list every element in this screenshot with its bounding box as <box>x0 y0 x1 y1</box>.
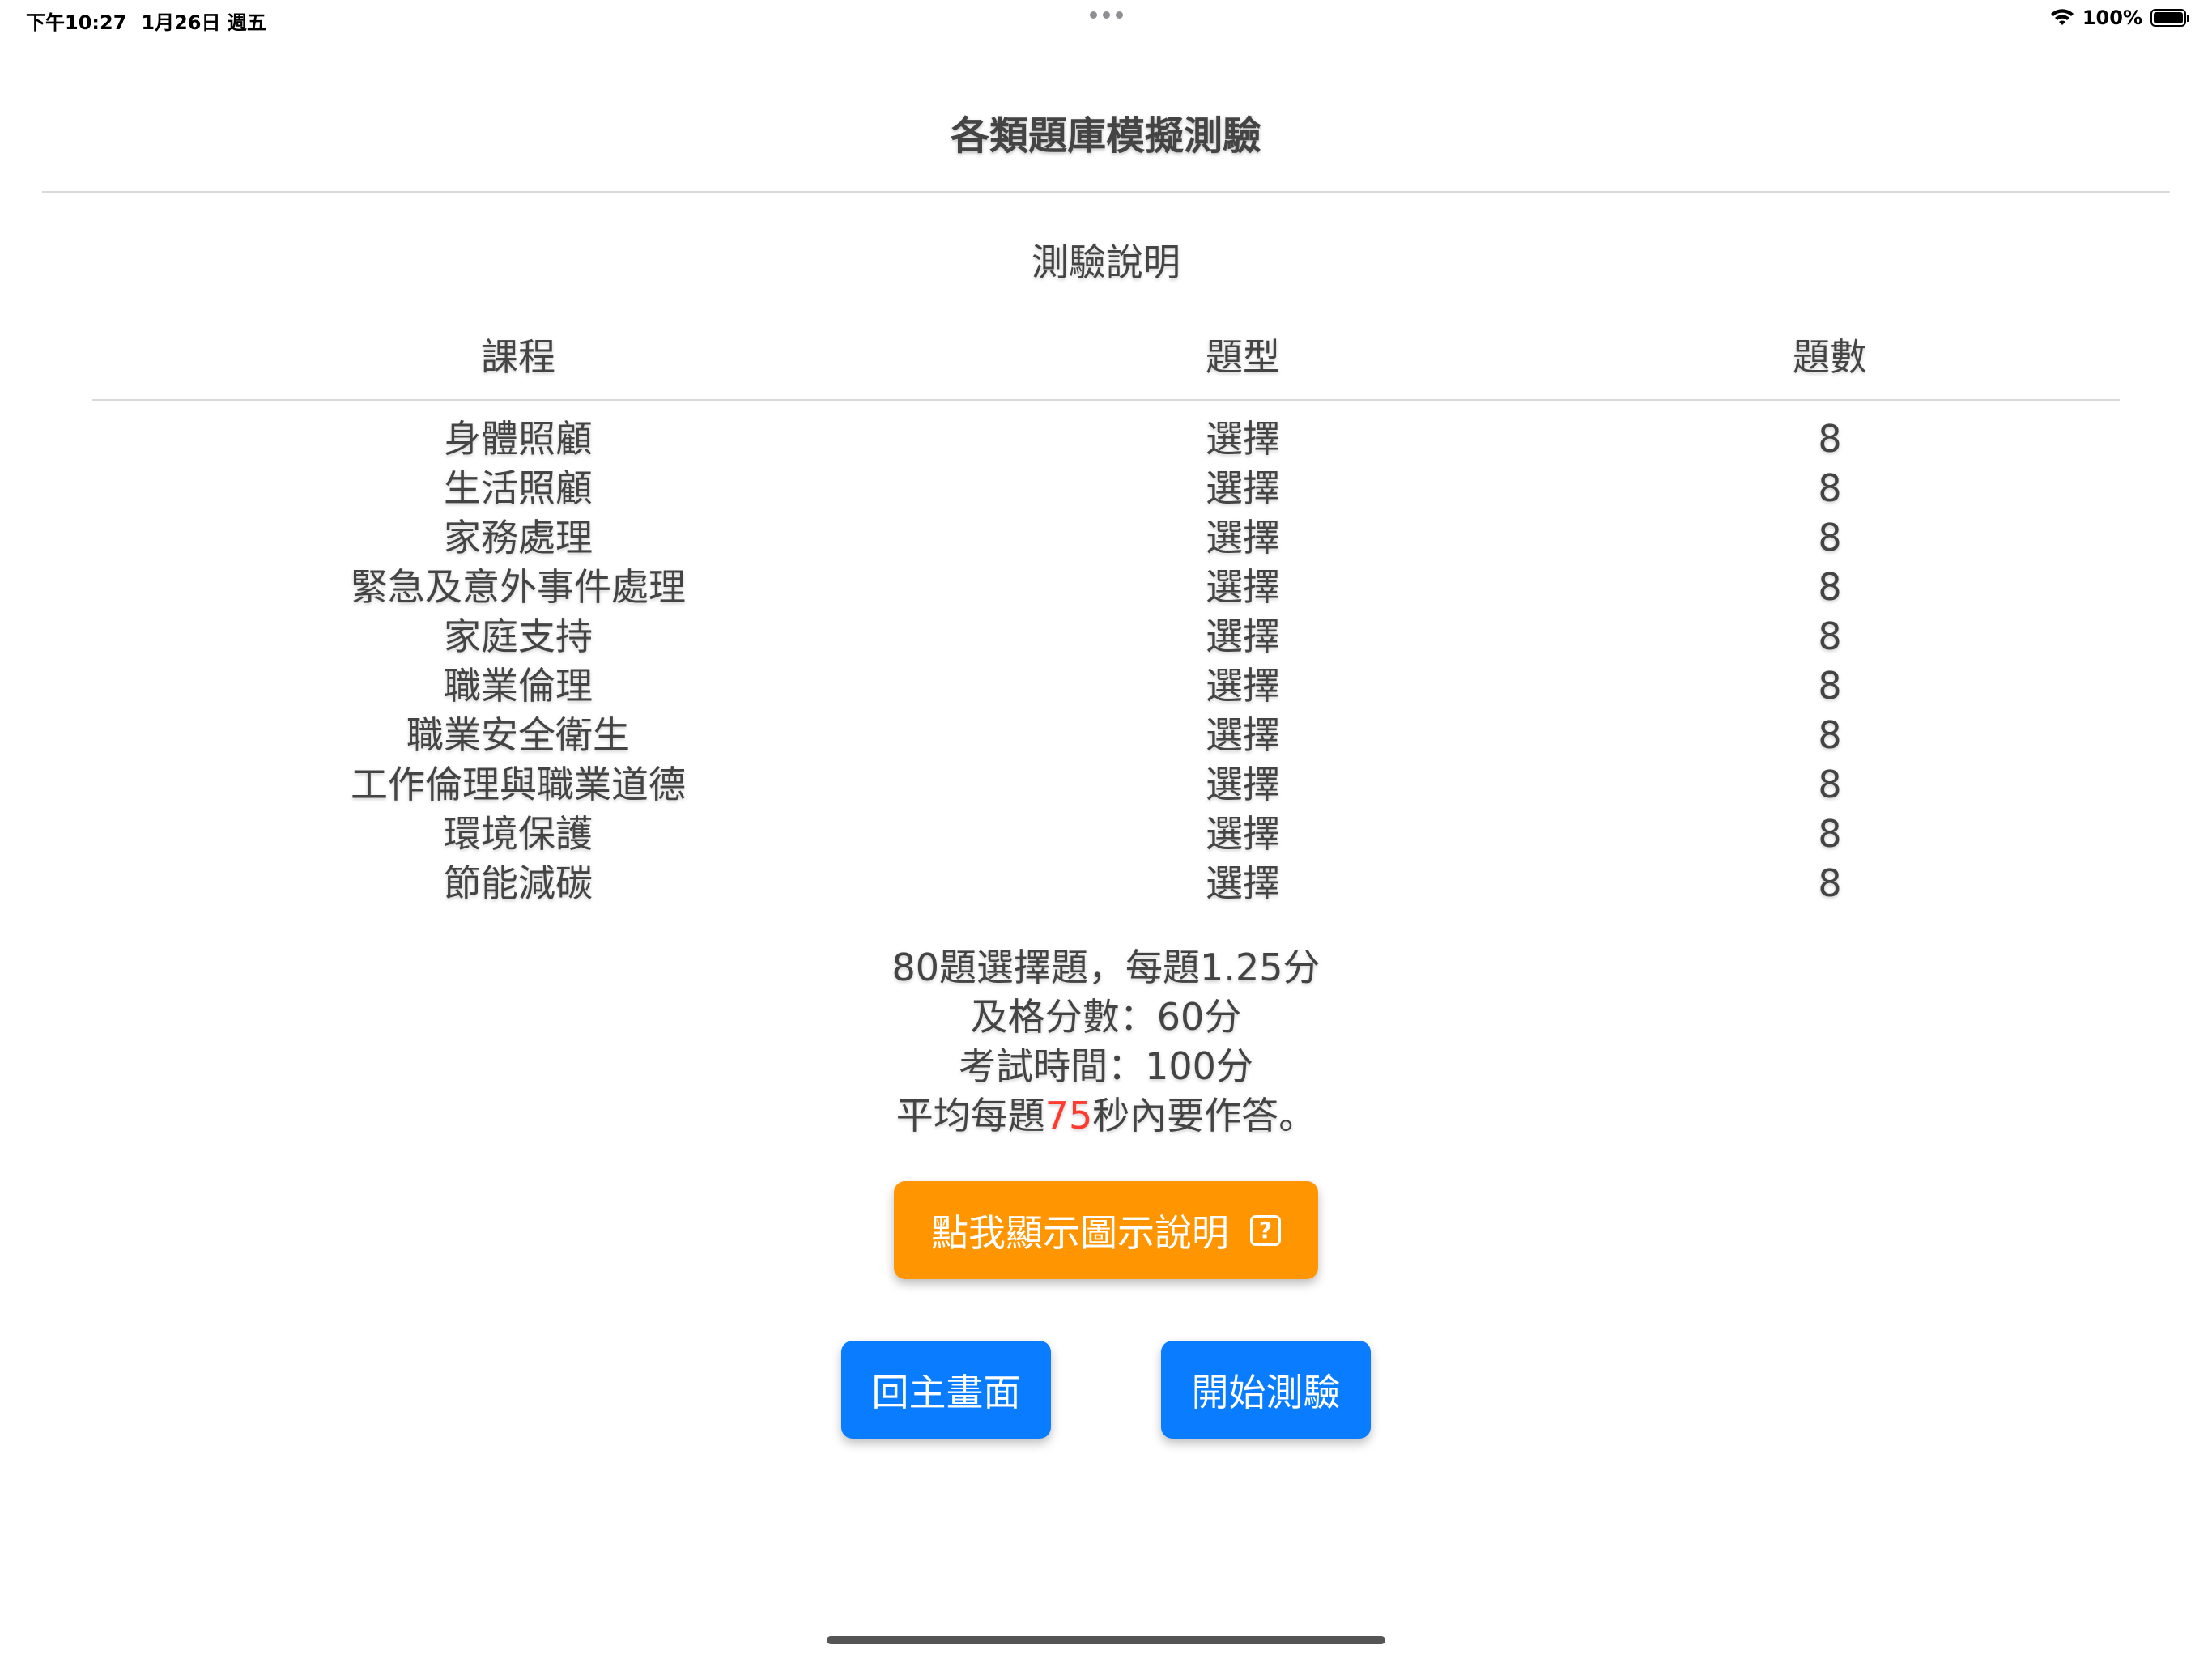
page-title: 各類題庫模擬測驗 <box>950 113 1261 159</box>
summary-time-per-question: 平均每題75秒內要作答。 <box>0 1091 2212 1141</box>
show-guide-button[interactable]: 點我顯示圖示說明 ? <box>894 1181 1318 1279</box>
count-cell: 8 <box>1818 565 1842 609</box>
count-cell: 8 <box>1818 861 1842 905</box>
type-cell: 選擇 <box>1206 713 1280 757</box>
type-cell: 選擇 <box>1206 516 1280 559</box>
course-cell: 緊急及意外事件處理 <box>351 565 686 609</box>
column-header-count: 題數 <box>1793 335 1867 379</box>
count-cell: 8 <box>1818 713 1842 757</box>
status-left: 下午10:27 1月26日 週五 <box>26 6 266 35</box>
course-cell: 節能減碳 <box>444 861 593 905</box>
course-cell: 職業安全衛生 <box>406 713 630 757</box>
column-header-type: 題型 <box>1206 335 1280 379</box>
status-bar: 下午10:27 1月26日 週五 100% <box>0 0 2212 40</box>
header-divider <box>42 191 2170 193</box>
count-cell: 8 <box>1818 466 1842 510</box>
table-row: 家庭支持 選擇 8 <box>0 612 2212 661</box>
time-per-question-value: 75 <box>1044 1094 1093 1137</box>
table-row: 生活照顧 選擇 8 <box>0 464 2212 513</box>
table-divider <box>92 399 2120 401</box>
course-cell: 身體照顧 <box>444 417 593 461</box>
summary-pass-score: 及格分數：60分 <box>970 995 1242 1039</box>
table-row: 節能減碳 選擇 8 <box>0 859 2212 908</box>
table-row: 工作倫理與職業道德 選擇 8 <box>0 760 2212 810</box>
table-body: 身體照顧 選擇 8 生活照顧 選擇 8 家務處理 選擇 8 緊急及意外事件處理 … <box>0 414 2212 908</box>
count-cell: 8 <box>1818 417 1842 461</box>
time-per-question-prefix: 平均每題 <box>895 1094 1045 1137</box>
table-row: 職業倫理 選擇 8 <box>0 661 2212 711</box>
table-row: 身體照顧 選擇 8 <box>0 414 2212 464</box>
table-row: 環境保護 選擇 8 <box>0 810 2212 859</box>
type-cell: 選擇 <box>1206 664 1280 708</box>
wifi-icon <box>2050 9 2074 25</box>
table-row: 緊急及意外事件處理 選擇 8 <box>0 563 2212 612</box>
type-cell: 選擇 <box>1206 812 1280 856</box>
section-title: 測驗說明 <box>1032 240 1180 284</box>
course-cell: 生活照顧 <box>444 466 593 510</box>
course-cell: 家庭支持 <box>444 614 593 658</box>
count-cell: 8 <box>1818 664 1842 708</box>
battery-icon <box>2150 9 2189 27</box>
help-icon: ? <box>1250 1214 1281 1246</box>
start-exam-label: 開始測驗 <box>1191 1370 1341 1414</box>
start-exam-button[interactable]: 開始測驗 <box>1161 1341 1371 1439</box>
status-date: 1月26日 週五 <box>141 11 266 34</box>
type-cell: 選擇 <box>1206 417 1280 461</box>
count-cell: 8 <box>1818 516 1842 559</box>
course-cell: 職業倫理 <box>444 664 593 708</box>
course-cell: 家務處理 <box>444 516 593 559</box>
time-per-question-suffix: 秒內要作答。 <box>1092 1094 1317 1137</box>
type-cell: 選擇 <box>1206 565 1280 609</box>
type-cell: 選擇 <box>1206 614 1280 658</box>
summary-question-count: 80題選擇題，每題1.25分 <box>891 946 1321 989</box>
count-cell: 8 <box>1818 763 1842 806</box>
summary-exam-time: 考試時間：100分 <box>959 1044 1253 1088</box>
status-time: 下午10:27 <box>26 11 127 34</box>
multitasking-dots-icon[interactable] <box>1090 11 1123 19</box>
count-cell: 8 <box>1818 812 1842 856</box>
type-cell: 選擇 <box>1206 763 1280 806</box>
exam-summary: 80題選擇題，每題1.25分 及格分數：60分 考試時間：100分 平均每題75… <box>0 943 2212 1141</box>
column-header-course: 課程 <box>481 335 555 379</box>
course-cell: 工作倫理與職業道德 <box>351 763 686 806</box>
home-button-label: 回主畫面 <box>871 1370 1021 1414</box>
course-cell: 環境保護 <box>444 812 593 856</box>
count-cell: 8 <box>1818 614 1842 658</box>
table-header: 課程 題型 題數 <box>0 328 2212 379</box>
type-cell: 選擇 <box>1206 466 1280 510</box>
table-row: 家務處理 選擇 8 <box>0 513 2212 563</box>
table-row: 職業安全衛生 選擇 8 <box>0 711 2212 760</box>
type-cell: 選擇 <box>1206 861 1280 905</box>
home-button[interactable]: 回主畫面 <box>841 1341 1051 1439</box>
show-guide-label: 點我顯示圖示說明 <box>931 1210 1229 1255</box>
status-right: 100% <box>2050 6 2189 29</box>
home-indicator[interactable] <box>827 1636 1385 1644</box>
battery-percent: 100% <box>2082 6 2142 29</box>
